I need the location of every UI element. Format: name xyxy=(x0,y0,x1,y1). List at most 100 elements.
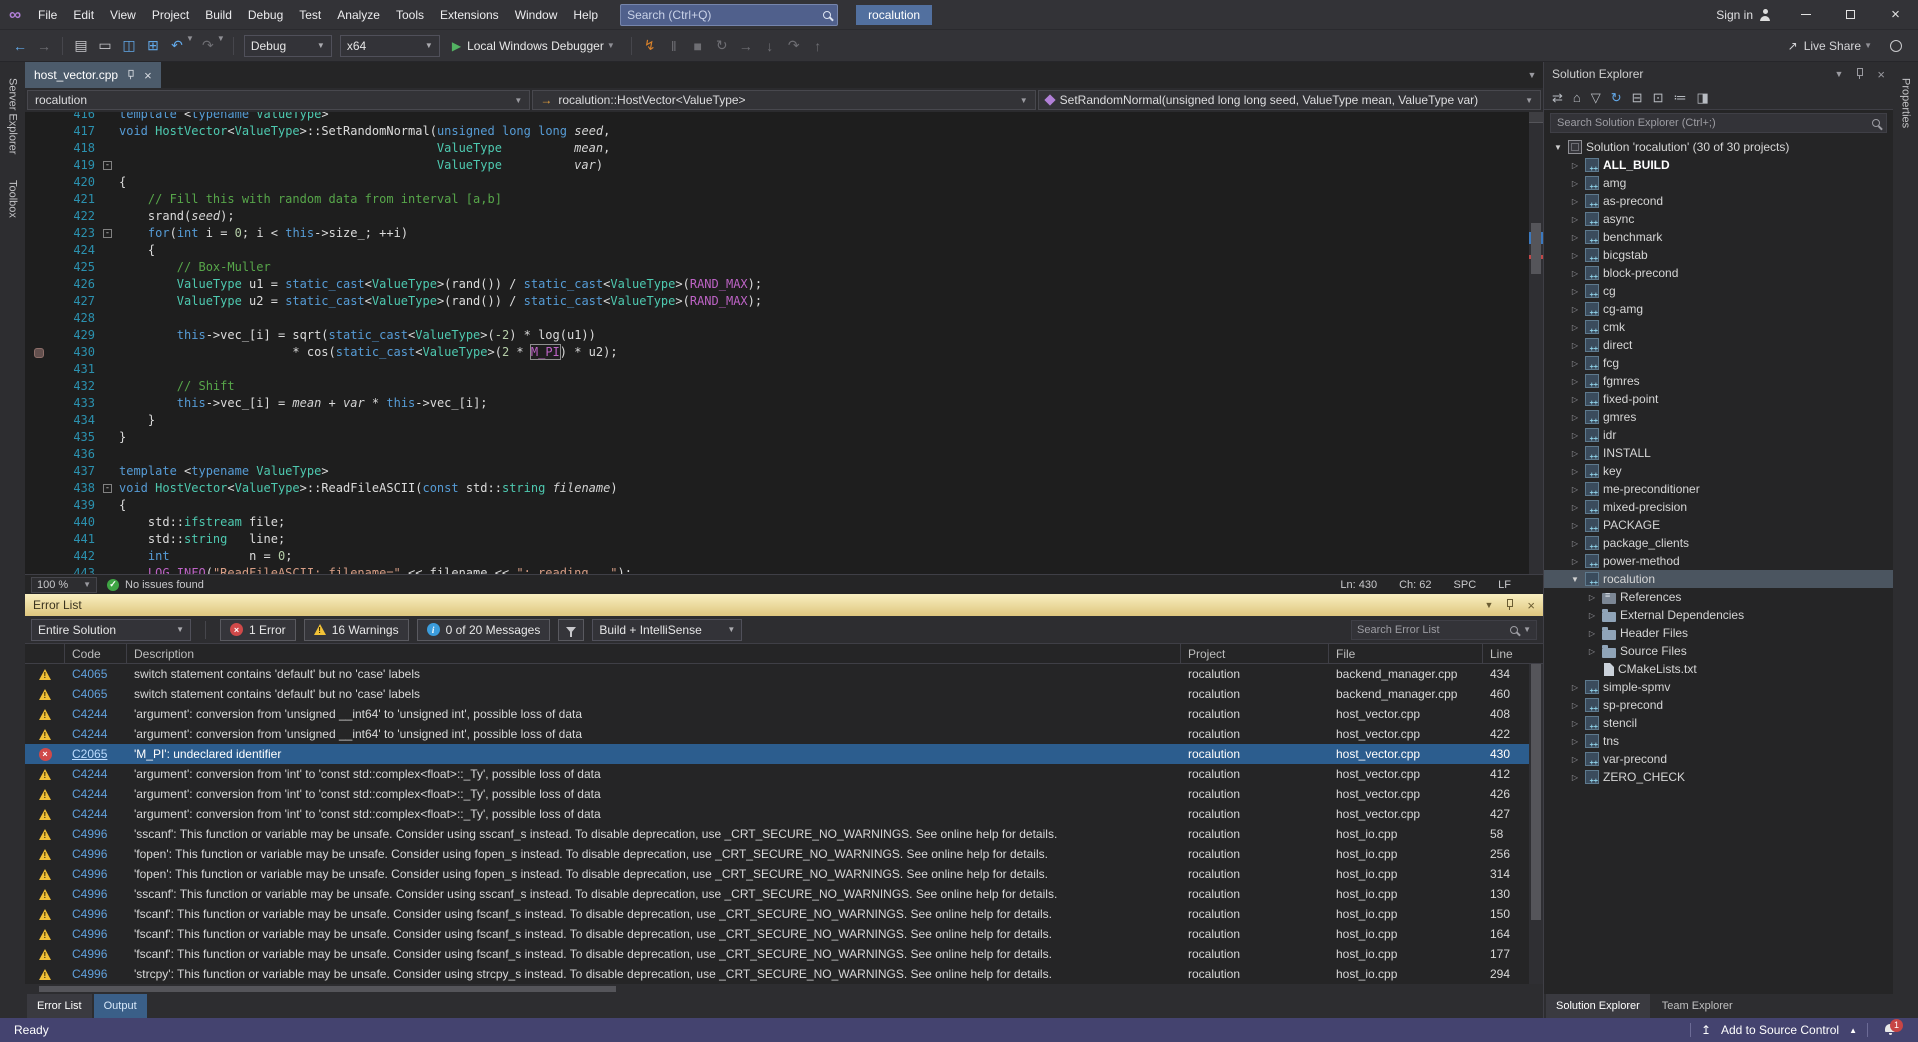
tree-item-cmakelists-txt[interactable]: CMakeLists.txt xyxy=(1544,660,1893,678)
fold-margin[interactable] xyxy=(95,395,119,412)
code-line[interactable]: 433 this->vec_[i] = mean + var * this->v… xyxy=(25,395,1543,412)
fold-margin[interactable]: - xyxy=(95,225,119,242)
code-line[interactable]: 423- for(int i = 0; i < this->size_; ++i… xyxy=(25,225,1543,242)
tree-expander-icon[interactable]: ▷ xyxy=(1569,161,1581,170)
tree-item-fcg[interactable]: ▷ fcg xyxy=(1544,354,1893,372)
tree-item-power-method[interactable]: ▷ power-method xyxy=(1544,552,1893,570)
fold-margin[interactable] xyxy=(95,123,119,140)
tree-expander-icon[interactable]: ▷ xyxy=(1569,269,1581,278)
chevron-down-icon[interactable]: ▼ xyxy=(186,34,194,58)
breakpoint-margin[interactable] xyxy=(25,225,55,242)
fold-margin[interactable] xyxy=(95,174,119,191)
error-code-link[interactable]: C4244 xyxy=(65,787,127,801)
tree-expander-icon[interactable]: ▷ xyxy=(1586,647,1598,656)
source-dropdown[interactable]: Build + IntelliSense ▼ xyxy=(592,618,743,641)
tree-expander-icon[interactable]: ▷ xyxy=(1569,395,1581,404)
menu-project[interactable]: Project xyxy=(144,0,197,29)
breakpoint-margin[interactable] xyxy=(25,344,55,361)
show-next-statement-icon[interactable]: → xyxy=(734,34,758,58)
scope-dropdown[interactable]: Entire Solution ▼ xyxy=(31,618,191,641)
code-line[interactable]: 424 { xyxy=(25,242,1543,259)
breakpoint-margin[interactable] xyxy=(25,463,55,480)
breakpoint-margin[interactable] xyxy=(25,327,55,344)
fold-collapse-icon[interactable]: - xyxy=(103,161,112,170)
step-into-icon[interactable]: ↓ xyxy=(758,34,782,58)
error-row[interactable]: C4244 'argument': conversion from 'unsign… xyxy=(25,724,1529,744)
indent-indicator[interactable]: SPC xyxy=(1454,579,1477,591)
breakpoint-margin[interactable] xyxy=(25,497,55,514)
code-line[interactable]: 443 LOG_INFO("ReadFileASCII: filename=" … xyxy=(25,565,1543,574)
error-code-link[interactable]: C4996 xyxy=(65,887,127,901)
fold-margin[interactable] xyxy=(95,242,119,259)
tab-error-list[interactable]: Error List xyxy=(27,994,92,1018)
tree-expander-icon[interactable]: ▷ xyxy=(1569,485,1581,494)
code-line[interactable]: 437 template <typename ValueType> xyxy=(25,463,1543,480)
tree-item-cg[interactable]: ▷ cg xyxy=(1544,282,1893,300)
breakpoint-margin[interactable] xyxy=(25,208,55,225)
breakpoint-margin[interactable] xyxy=(25,140,55,157)
breakpoint-margin[interactable] xyxy=(25,446,55,463)
error-row[interactable]: C4244 'argument': conversion from 'unsign… xyxy=(25,704,1529,724)
menu-edit[interactable]: Edit xyxy=(65,0,102,29)
tab-solution-explorer[interactable]: Solution Explorer xyxy=(1546,994,1650,1018)
severity-column-header[interactable] xyxy=(25,644,65,663)
tree-item-all-build[interactable]: ▷ ALL_BUILD xyxy=(1544,156,1893,174)
tree-item-rocalution[interactable]: ▼ rocalution xyxy=(1544,570,1893,588)
scrollbar-thumb[interactable] xyxy=(39,986,616,992)
menu-build[interactable]: Build xyxy=(197,0,240,29)
tree-expander-icon[interactable]: ▷ xyxy=(1569,197,1581,206)
error-code-link[interactable]: C4065 xyxy=(65,667,127,681)
breakpoint-margin[interactable] xyxy=(25,174,55,191)
eol-indicator[interactable]: LF xyxy=(1498,579,1511,591)
error-code-link[interactable]: C4244 xyxy=(65,767,127,781)
error-row[interactable]: C4244 'argument': conversion from 'int' t… xyxy=(25,784,1529,804)
notifications-button[interactable]: 1 xyxy=(1884,1018,1903,1038)
quick-search-box[interactable] xyxy=(620,3,839,26)
tree-expander-icon[interactable]: ▷ xyxy=(1569,179,1581,188)
solution-search-input[interactable] xyxy=(1557,117,1866,129)
switch-views-icon[interactable]: ⇄ xyxy=(1552,90,1563,106)
menu-test[interactable]: Test xyxy=(291,0,329,29)
error-code-link[interactable]: C4996 xyxy=(65,867,127,881)
code-line[interactable]: 439 { xyxy=(25,497,1543,514)
breakpoint-margin[interactable] xyxy=(25,378,55,395)
error-row[interactable]: C4996 'fscanf': This function or variable… xyxy=(25,924,1529,944)
filter-icon[interactable]: ▽ xyxy=(1591,90,1601,106)
error-code-link[interactable]: C4244 xyxy=(65,807,127,821)
code-line[interactable]: 422 srand(seed); xyxy=(25,208,1543,225)
tree-expander-icon[interactable]: ▷ xyxy=(1569,305,1581,314)
close-icon[interactable]: × xyxy=(1527,598,1535,613)
scrollbar-split-handle[interactable] xyxy=(1529,112,1543,123)
project-dropdown[interactable]: rocalution ▼ xyxy=(27,90,531,110)
back-icon[interactable]: ← xyxy=(8,34,32,58)
refresh-icon[interactable]: ↻ xyxy=(1611,90,1622,106)
window-position-icon[interactable]: ▼ xyxy=(1484,600,1493,610)
fold-margin[interactable] xyxy=(95,463,119,480)
tree-item-direct[interactable]: ▷ direct xyxy=(1544,336,1893,354)
code-editor[interactable]: 416 template <typename ValueType> 417 void … xyxy=(25,112,1543,574)
add-to-source-control-button[interactable]: Add to Source Control xyxy=(1721,1023,1839,1037)
fold-margin[interactable] xyxy=(95,208,119,225)
step-over-icon[interactable]: ↷ xyxy=(782,34,806,58)
tree-expander-icon[interactable]: ▷ xyxy=(1569,323,1581,332)
stop-icon[interactable]: ■ xyxy=(686,34,710,58)
sidebar-tab-toolbox[interactable]: Toolbox xyxy=(5,174,21,224)
error-list-horizontal-scrollbar[interactable] xyxy=(25,984,1543,994)
tree-item-tns[interactable]: ▷ tns xyxy=(1544,732,1893,750)
error-row[interactable]: C4996 'sscanf': This function or variable… xyxy=(25,824,1529,844)
sidebar-tab-properties[interactable]: Properties xyxy=(1898,72,1914,134)
tree-expander-icon[interactable]: ▼ xyxy=(1552,143,1564,152)
tree-item-var-precond[interactable]: ▷ var-precond xyxy=(1544,750,1893,768)
tree-expander-icon[interactable]: ▷ xyxy=(1569,467,1581,476)
tree-expander-icon[interactable]: ▷ xyxy=(1569,755,1581,764)
filter-button[interactable] xyxy=(558,618,585,641)
pin-icon[interactable] xyxy=(1505,599,1515,611)
code-line[interactable]: 420 { xyxy=(25,174,1543,191)
error-code-link[interactable]: C4996 xyxy=(65,967,127,981)
tree-item-install[interactable]: ▷ INSTALL xyxy=(1544,444,1893,462)
breakpoint-margin[interactable] xyxy=(25,276,55,293)
breakpoint-margin[interactable] xyxy=(25,480,55,497)
tree-item-benchmark[interactable]: ▷ benchmark xyxy=(1544,228,1893,246)
close-icon[interactable]: × xyxy=(144,68,152,83)
menu-analyze[interactable]: Analyze xyxy=(329,0,388,29)
